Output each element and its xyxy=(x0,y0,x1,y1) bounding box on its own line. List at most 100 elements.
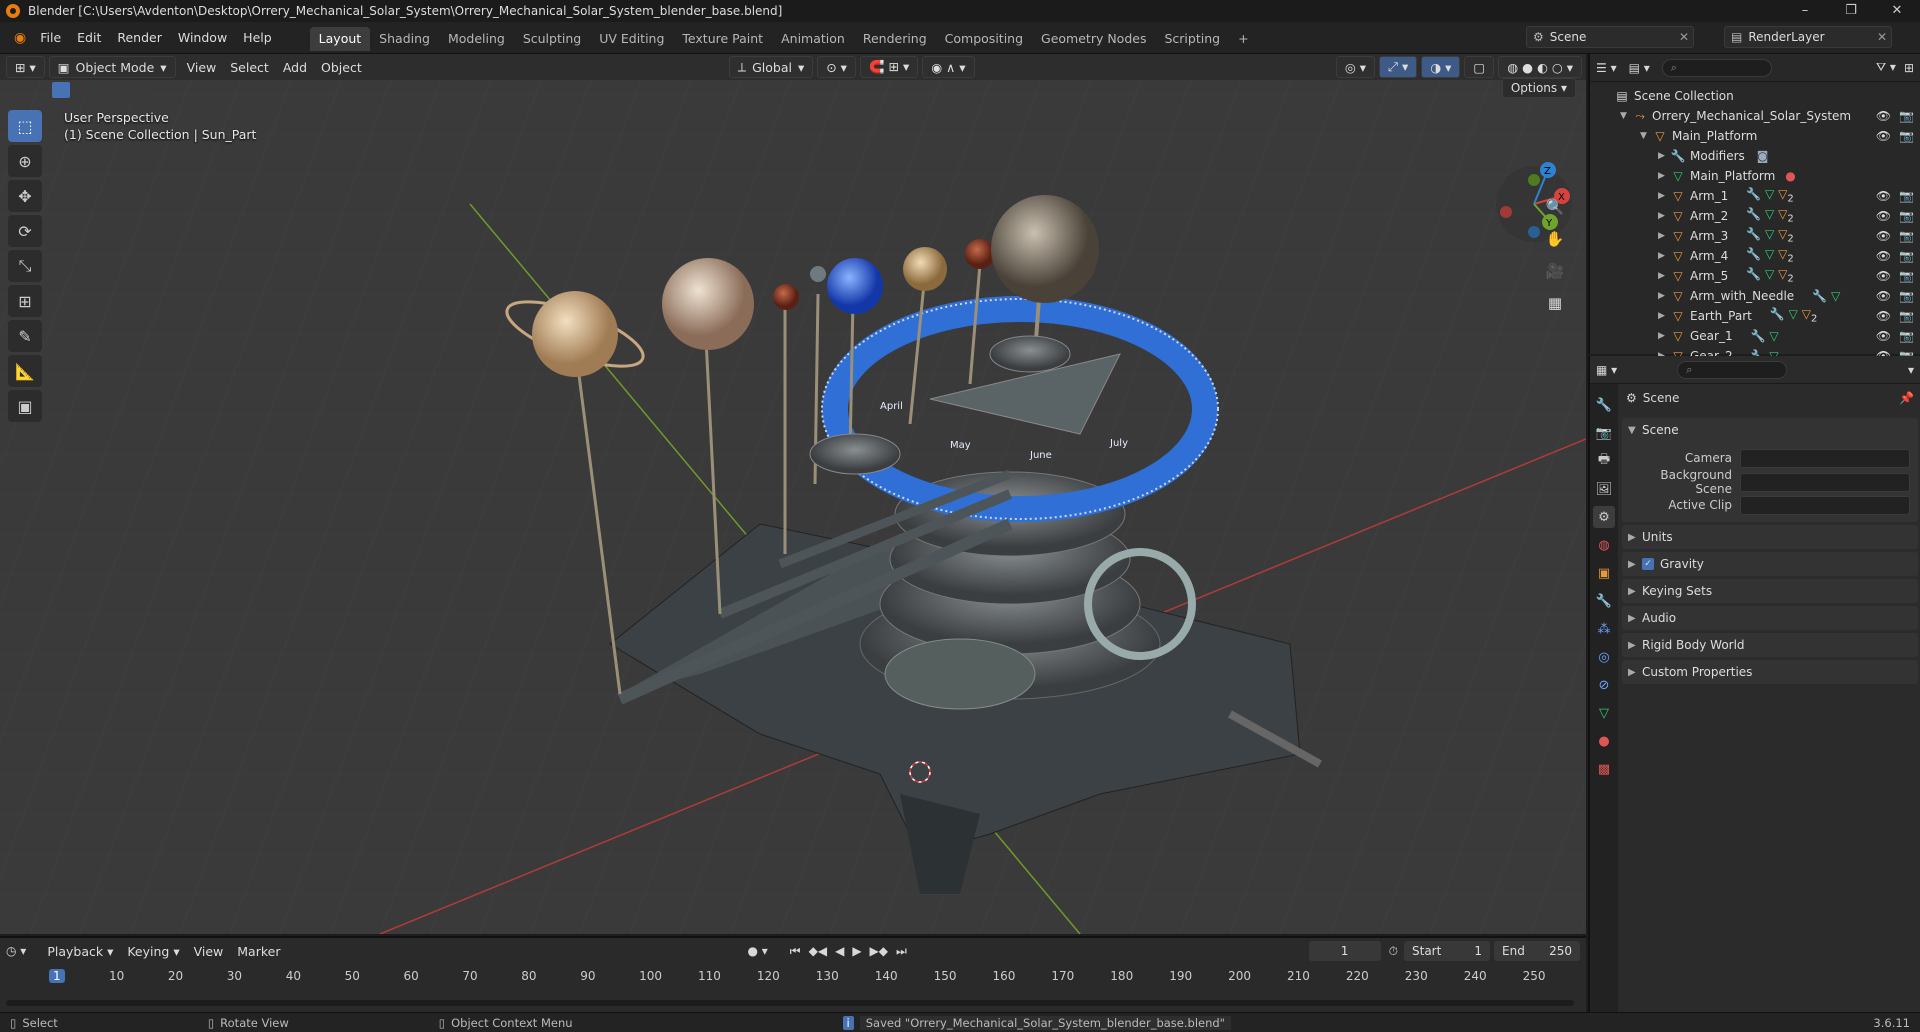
select-new-icon[interactable] xyxy=(52,82,70,98)
camera-field[interactable] xyxy=(1740,448,1910,468)
camera-icon[interactable]: 📷 xyxy=(1899,309,1914,323)
eye-icon[interactable]: 👁 xyxy=(1876,329,1891,343)
expand-icon[interactable]: ▶ xyxy=(1658,231,1670,241)
record-icon[interactable]: ● ▾ xyxy=(747,944,767,958)
outliner-row-modifiers[interactable]: ▶ 🔧 Modifiers ◙ xyxy=(1590,146,1920,166)
zoom-icon[interactable]: 🔍 xyxy=(1542,194,1568,220)
active-clip-field[interactable] xyxy=(1740,495,1910,515)
outliner-row-scene-collection[interactable]: ▤ Scene Collection xyxy=(1590,86,1920,106)
eye-icon[interactable]: 👁 xyxy=(1876,209,1891,223)
outliner-row-arm-with-needle[interactable]: ▶ ▽ Arm_with_Needle 🔧 ▽ 👁 📷 xyxy=(1590,286,1920,306)
expand-icon[interactable]: ▶ xyxy=(1658,271,1670,281)
camera-view-icon[interactable]: 🎥 xyxy=(1542,258,1568,284)
tool-tab-icon[interactable]: 🔧 xyxy=(1593,394,1615,416)
render-tab-icon[interactable]: 📷 xyxy=(1593,422,1615,444)
background-scene-field[interactable] xyxy=(1740,472,1910,492)
menu-file[interactable]: File xyxy=(32,22,69,54)
tab-rendering[interactable]: Rendering xyxy=(854,27,936,51)
play-reverse-icon[interactable]: ◀ xyxy=(835,944,844,958)
camera-icon[interactable]: 📷 xyxy=(1899,229,1914,243)
material-tab-icon[interactable]: ● xyxy=(1593,730,1615,752)
expand-icon[interactable]: ▼ xyxy=(1620,111,1632,121)
orientation-selector[interactable]: ⟂ Global ▾ xyxy=(728,56,814,78)
camera-icon[interactable]: 📷 xyxy=(1899,109,1914,123)
scene-panel-header[interactable]: ▼ Scene xyxy=(1622,418,1918,442)
expand-icon[interactable]: ▶ xyxy=(1658,331,1670,341)
expand-icon[interactable]: ▶ xyxy=(1658,211,1670,221)
menu-playback[interactable]: Playback ▾ xyxy=(40,944,120,959)
expand-icon[interactable]: ▶ xyxy=(1658,291,1670,301)
menu-add[interactable]: Add xyxy=(276,60,314,75)
outliner-row-main-platform[interactable]: ▼ ▽ Main_Platform 👁 📷 xyxy=(1590,126,1920,146)
menu-timeline-view[interactable]: View xyxy=(187,944,231,959)
expand-icon[interactable]: ▼ xyxy=(1640,131,1652,141)
tab-shading[interactable]: Shading xyxy=(370,27,439,51)
camera-icon[interactable]: 📷 xyxy=(1899,209,1914,223)
jump-end-icon[interactable]: ⏭ xyxy=(896,944,907,959)
expand-icon[interactable]: ▶ xyxy=(1658,191,1670,201)
timeline-scrollbar[interactable] xyxy=(6,1000,1574,1006)
play-icon[interactable]: ▶ xyxy=(852,944,861,958)
scene-selector[interactable]: ⚙ Scene ✕ xyxy=(1526,26,1694,48)
tab-texture-paint[interactable]: Texture Paint xyxy=(673,27,772,51)
maximize-button[interactable]: ❐ xyxy=(1828,0,1874,22)
add-workspace-button[interactable]: + xyxy=(1229,27,1257,51)
custom-properties-panel[interactable]: ▶ Custom Properties xyxy=(1622,660,1918,684)
outliner-row-main-platform-mesh[interactable]: ▶ ▽ Main_Platform ● xyxy=(1590,166,1920,186)
pin-icon[interactable]: 📌 xyxy=(1899,391,1914,405)
view-layer-selector[interactable]: ▤ RenderLayer ✕ xyxy=(1724,26,1892,48)
new-collection-icon[interactable]: ⊞ xyxy=(1904,61,1914,75)
tab-modeling[interactable]: Modeling xyxy=(439,27,514,51)
timeline-editor-type-icon[interactable]: ◷ ▾ xyxy=(6,944,26,958)
eye-icon[interactable]: 👁 xyxy=(1876,249,1891,263)
display-mode-icon[interactable]: ▤ ▾ xyxy=(1629,61,1650,75)
next-keyframe-icon[interactable]: ▶◆ xyxy=(870,944,888,958)
mode-selector[interactable]: ▣ Object Mode ▾ xyxy=(48,56,176,78)
constraints-tab-icon[interactable]: ⊘ xyxy=(1593,674,1615,696)
tab-geometry-nodes[interactable]: Geometry Nodes xyxy=(1032,27,1155,51)
properties-search-input[interactable]: ⌕ xyxy=(1677,360,1788,379)
options-button[interactable]: Options ▾ xyxy=(1501,78,1576,98)
pan-hand-icon[interactable]: ✋ xyxy=(1542,226,1568,252)
expand-icon[interactable]: ▶ xyxy=(1658,251,1670,261)
close-button[interactable]: ✕ xyxy=(1874,0,1920,22)
select-intersect-icon[interactable] xyxy=(132,82,150,98)
pivot-icon[interactable]: ⊙ ▾ xyxy=(817,56,856,78)
menu-select[interactable]: Select xyxy=(223,60,276,75)
add-cube-tool-icon[interactable]: ▣ xyxy=(8,390,42,422)
end-frame-field[interactable]: End 250 xyxy=(1494,941,1580,961)
tab-uv-editing[interactable]: UV Editing xyxy=(590,27,673,51)
select-box-tool-icon[interactable]: ⬚ xyxy=(8,110,42,142)
menu-edit[interactable]: Edit xyxy=(69,22,109,54)
eye-icon[interactable]: 👁 xyxy=(1876,129,1891,143)
cursor-tool-icon[interactable]: ⊕ xyxy=(8,145,42,177)
expand-icon[interactable]: ▶ xyxy=(1658,151,1670,161)
current-frame-field[interactable]: 1 xyxy=(1308,941,1381,961)
outliner-search-input[interactable]: ⌕ xyxy=(1661,58,1772,77)
scale-tool-icon[interactable]: ⤡ xyxy=(8,250,42,282)
properties-editor-type-icon[interactable]: ▦ ▾ xyxy=(1596,363,1617,377)
collapse-icon[interactable]: ▾ xyxy=(1908,363,1914,377)
pin-icon[interactable]: ✕ xyxy=(1679,30,1689,44)
scene-tab-icon[interactable]: ⚙ xyxy=(1593,506,1615,528)
physics-tab-icon[interactable]: ◎ xyxy=(1593,646,1615,668)
editor-type-button[interactable]: ⊞ ▾ xyxy=(6,56,45,78)
select-subtract-icon[interactable] xyxy=(92,82,110,98)
ortho-grid-icon[interactable]: ▦ xyxy=(1542,290,1568,316)
menu-object[interactable]: Object xyxy=(314,60,369,75)
outliner-row-arm-5[interactable]: ▶ ▽ Arm_5 🔧 ▽ ▽2 👁 📷 xyxy=(1590,266,1920,286)
units-panel[interactable]: ▶ Units xyxy=(1622,525,1918,549)
menu-help[interactable]: Help xyxy=(235,22,280,54)
expand-icon[interactable]: ▶ xyxy=(1658,171,1670,181)
remove-view-layer-icon[interactable]: ✕ xyxy=(1877,30,1887,44)
transform-tool-icon[interactable]: ⊞ xyxy=(8,285,42,317)
tab-layout[interactable]: Layout xyxy=(309,26,371,51)
prev-keyframe-icon[interactable]: ◆◀ xyxy=(809,944,827,958)
camera-icon[interactable]: 📷 xyxy=(1899,249,1914,263)
snap-icon[interactable]: 🧲 ⊞ ▾ xyxy=(859,56,919,78)
outliner-row-gear-1[interactable]: ▶ ▽ Gear_1 🔧 ▽ 👁 📷 xyxy=(1590,326,1920,346)
select-extend-icon[interactable] xyxy=(72,82,90,98)
eye-icon[interactable]: 👁 xyxy=(1876,189,1891,203)
outliner-row-arm-3[interactable]: ▶ ▽ Arm_3 🔧 ▽ ▽2 👁 📷 xyxy=(1590,226,1920,246)
gizmo-toggle-icon[interactable]: ⤢ ▾ xyxy=(1378,56,1418,78)
